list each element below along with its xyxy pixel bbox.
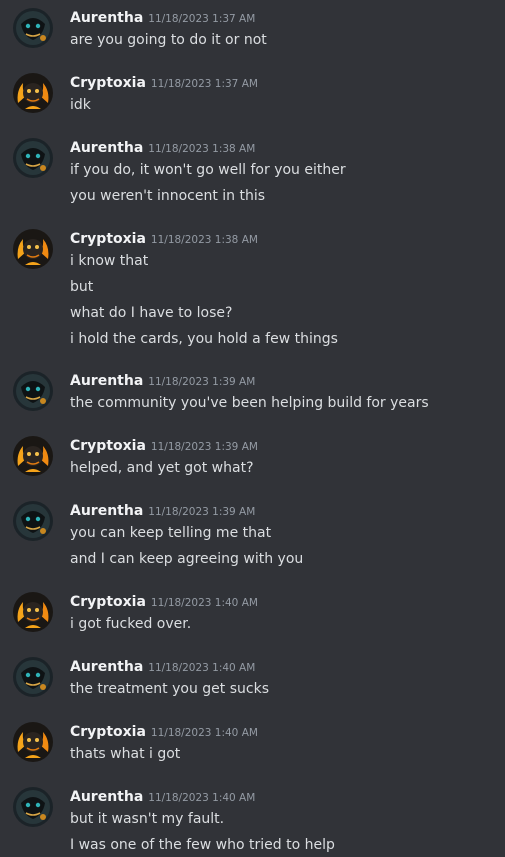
message-text: I was one of the few who tried to help (70, 837, 335, 853)
avatar-aurentha[interactable] (13, 138, 53, 178)
message-text: the community you've been helping build … (70, 395, 429, 411)
timestamp: 11/18/2023 1:40 AM (150, 597, 258, 609)
author-name[interactable]: Cryptoxia (70, 594, 146, 610)
message-text: you can keep telling me that (70, 525, 272, 541)
message-text: helped, and yet got what? (70, 460, 254, 476)
message-text: but (70, 279, 94, 295)
flame-creature-avatar-icon (13, 73, 53, 113)
message-header: Aurentha 11/18/2023 1:38 AM (70, 137, 255, 159)
avatar-aurentha[interactable] (13, 501, 53, 541)
flame-creature-avatar-icon (13, 722, 53, 762)
avatar-cryptoxia[interactable] (13, 592, 53, 632)
message-header: Cryptoxia 11/18/2023 1:37 AM (70, 72, 258, 94)
timestamp: 11/18/2023 1:39 AM (148, 376, 256, 388)
timestamp: 11/18/2023 1:37 AM (148, 13, 256, 25)
avatar-cryptoxia[interactable] (13, 73, 53, 113)
message-text: what do I have to lose? (70, 305, 233, 321)
message-header: Cryptoxia 11/18/2023 1:40 AM (70, 591, 258, 613)
message-header: Aurentha 11/18/2023 1:40 AM (70, 656, 255, 678)
flame-creature-avatar-icon (13, 592, 53, 632)
author-name[interactable]: Aurentha (70, 659, 143, 675)
message-header: Cryptoxia 11/18/2023 1:39 AM (70, 435, 258, 457)
dark-creature-avatar-icon (13, 501, 53, 541)
author-name[interactable]: Aurentha (70, 10, 143, 26)
dark-creature-avatar-icon (13, 371, 53, 411)
author-name[interactable]: Cryptoxia (70, 75, 146, 91)
author-name[interactable]: Cryptoxia (70, 231, 146, 247)
message-header: Aurentha 11/18/2023 1:39 AM (70, 370, 255, 392)
timestamp: 11/18/2023 1:37 AM (150, 78, 258, 90)
message-text: are you going to do it or not (70, 32, 267, 48)
avatar-aurentha[interactable] (13, 8, 53, 48)
dark-creature-avatar-icon (13, 138, 53, 178)
timestamp: 11/18/2023 1:40 AM (148, 792, 256, 804)
author-name[interactable]: Cryptoxia (70, 438, 146, 454)
message-text: you weren't innocent in this (70, 188, 266, 204)
message-header: Cryptoxia 11/18/2023 1:40 AM (70, 721, 258, 743)
avatar-cryptoxia[interactable] (13, 436, 53, 476)
timestamp: 11/18/2023 1:39 AM (148, 506, 256, 518)
author-name[interactable]: Aurentha (70, 789, 143, 805)
message-text: if you do, it won't go well for you eith… (70, 162, 346, 178)
message-text: thats what i got (70, 746, 181, 762)
avatar-aurentha[interactable] (13, 657, 53, 697)
message-text: but it wasn't my fault. (70, 811, 225, 827)
author-name[interactable]: Aurentha (70, 503, 143, 519)
timestamp: 11/18/2023 1:38 AM (150, 234, 258, 246)
message-header: Aurentha 11/18/2023 1:40 AM (70, 786, 255, 808)
author-name[interactable]: Aurentha (70, 373, 143, 389)
message-header: Aurentha 11/18/2023 1:39 AM (70, 500, 255, 522)
dark-creature-avatar-icon (13, 787, 53, 827)
avatar-cryptoxia[interactable] (13, 722, 53, 762)
message-header: Cryptoxia 11/18/2023 1:38 AM (70, 228, 258, 250)
message-text: the treatment you get sucks (70, 681, 269, 697)
author-name[interactable]: Aurentha (70, 140, 143, 156)
message-text: i got fucked over. (70, 616, 192, 632)
message-header: Aurentha 11/18/2023 1:37 AM (70, 7, 255, 29)
timestamp: 11/18/2023 1:40 AM (148, 662, 256, 674)
flame-creature-avatar-icon (13, 436, 53, 476)
timestamp: 11/18/2023 1:38 AM (148, 143, 256, 155)
avatar-aurentha[interactable] (13, 787, 53, 827)
avatar-cryptoxia[interactable] (13, 229, 53, 269)
dark-creature-avatar-icon (13, 657, 53, 697)
message-list[interactable]: Aurentha 11/18/2023 1:37 AM are you going… (0, 0, 505, 857)
message-text: i hold the cards, you hold a few things (70, 331, 338, 347)
message-text: i know that (70, 253, 149, 269)
dark-creature-avatar-icon (13, 8, 53, 48)
author-name[interactable]: Cryptoxia (70, 724, 146, 740)
message-text: idk (70, 97, 91, 113)
timestamp: 11/18/2023 1:40 AM (150, 727, 258, 739)
timestamp: 11/18/2023 1:39 AM (150, 441, 258, 453)
message-text: and I can keep agreeing with you (70, 551, 304, 567)
avatar-aurentha[interactable] (13, 371, 53, 411)
flame-creature-avatar-icon (13, 229, 53, 269)
